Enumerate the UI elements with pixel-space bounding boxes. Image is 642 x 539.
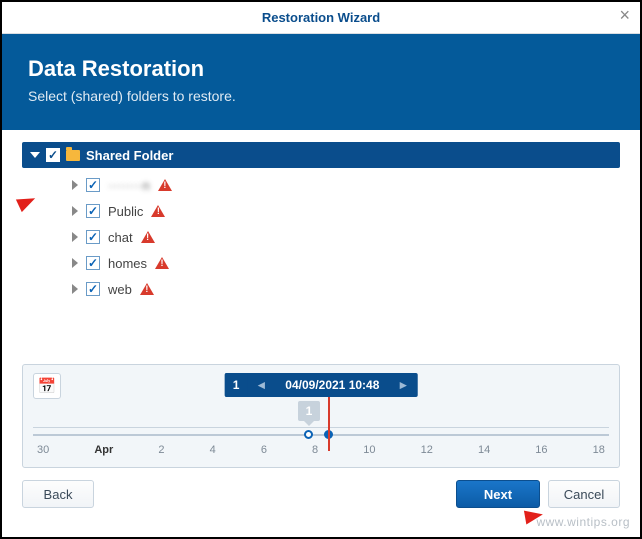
tick-label: 18 [593,444,605,456]
warning-icon [151,205,165,217]
cancel-button[interactable]: Cancel [548,480,620,508]
tree-row[interactable]: ✓ chat [22,224,620,250]
close-icon[interactable]: × [619,6,630,24]
folder-label: Public [108,204,143,219]
axis-line [33,434,609,436]
checkbox[interactable]: ✓ [86,178,100,192]
chevron-right-icon[interactable] [72,284,78,294]
banner: Data Restoration Select (shared) folders… [2,34,640,130]
calendar-button[interactable]: 📅 [33,373,61,399]
calendar-icon: 📅 [38,377,57,395]
wizard-title: Restoration Wizard [262,10,380,25]
tree-row[interactable]: ✓ ········n [22,172,620,198]
timeline-panel: 📅 1 ◄ 04/09/2021 10:48 ► 1 30 Apr 2 4 6 … [22,364,620,468]
checkbox[interactable]: ✓ [86,204,100,218]
tick-label: 6 [261,444,267,456]
titlebar: Restoration Wizard × [2,2,640,34]
checkbox[interactable]: ✓ [86,256,100,270]
tick-label: 8 [312,444,318,456]
snapshot-dot[interactable] [304,430,313,439]
tree-children: ✓ ········n ✓ Public ✓ chat ✓ homes ✓ we… [22,168,620,312]
timeline-cursor[interactable] [328,397,330,451]
date-navigator: 1 ◄ 04/09/2021 10:48 ► [225,373,418,397]
warning-icon [158,179,172,191]
folder-label: homes [108,256,147,271]
folder-icon [66,150,80,161]
axis-ticks: 30 Apr 2 4 6 8 10 12 14 16 18 [33,444,609,456]
footer: Back Next Cancel [2,468,640,520]
tick-label: Apr [94,444,113,456]
tree-panel: ✓ Shared Folder ✓ ········n ✓ Public ✓ c… [2,130,640,312]
warning-icon [140,283,154,295]
chevron-right-icon[interactable] [72,258,78,268]
next-button[interactable]: Next [456,480,540,508]
page-title: Data Restoration [28,56,614,82]
tree-root-label: Shared Folder [86,148,173,163]
tree-root-row[interactable]: ✓ Shared Folder [22,142,620,168]
checkbox[interactable]: ✓ [86,230,100,244]
prev-snapshot-button[interactable]: ◄ [247,373,275,397]
tree-row[interactable]: ✓ Public [22,198,620,224]
page-subtitle: Select (shared) folders to restore. [28,88,614,104]
tick-label: 2 [158,444,164,456]
next-snapshot-button[interactable]: ► [389,373,417,397]
chevron-down-icon[interactable] [30,152,40,158]
tick-label: 16 [535,444,547,456]
tick-label: 10 [363,444,375,456]
folder-label: chat [108,230,133,245]
chevron-right-icon[interactable] [72,206,78,216]
tree-row[interactable]: ✓ homes [22,250,620,276]
tick-label: 14 [478,444,490,456]
tick-label: 30 [37,444,49,456]
annotation-arrow-icon [524,508,544,525]
snapshot-datetime: 04/09/2021 10:48 [275,373,389,397]
snapshot-count: 1 [225,373,248,397]
checkbox[interactable]: ✓ [86,282,100,296]
timeline-marker-badge: 1 [298,401,320,421]
folder-label: web [108,282,132,297]
chevron-right-icon[interactable] [72,180,78,190]
tree-row[interactable]: ✓ web [22,276,620,302]
tick-label: 12 [421,444,433,456]
warning-icon [155,257,169,269]
timeline-axis[interactable]: 30 Apr 2 4 6 8 10 12 14 16 18 [33,427,609,463]
back-button[interactable]: Back [22,480,94,508]
checkbox-root[interactable]: ✓ [46,148,60,162]
folder-label: ········n [108,178,150,193]
tick-label: 4 [210,444,216,456]
chevron-right-icon[interactable] [72,232,78,242]
warning-icon [141,231,155,243]
